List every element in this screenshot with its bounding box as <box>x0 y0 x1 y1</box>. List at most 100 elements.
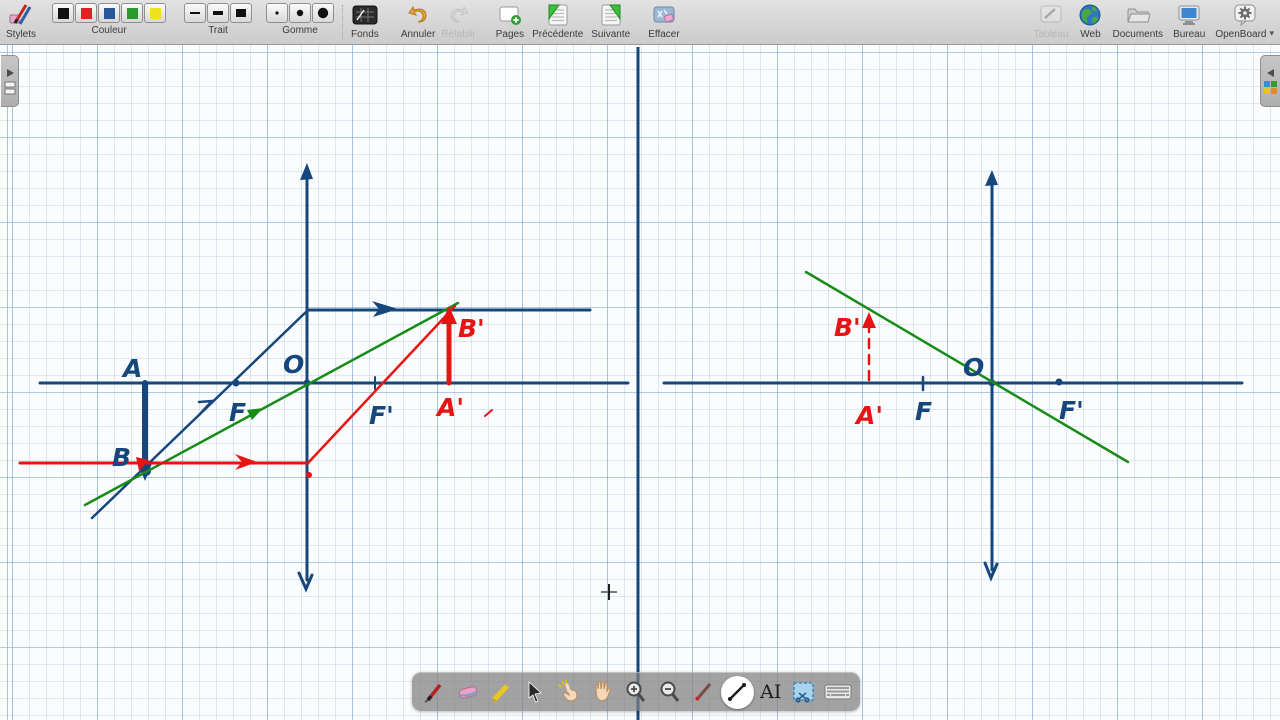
settings-gear-icon <box>1232 3 1258 27</box>
pages-button[interactable]: Pages <box>496 3 524 40</box>
crosshair-cursor <box>601 584 617 600</box>
right-label-B-prime: B' <box>834 313 861 342</box>
folder-icon <box>1125 3 1151 27</box>
hand-icon <box>595 680 612 702</box>
right-label-F: F <box>915 397 932 426</box>
zoom-in-icon <box>626 681 646 702</box>
ink-layer: A B O F F' B' A' O F F' B' A' <box>18 47 1244 720</box>
stroke-medium-button[interactable] <box>207 3 230 23</box>
laser-tool-button[interactable] <box>687 676 720 709</box>
undo-button[interactable]: Annuler <box>401 3 435 40</box>
text-tool-button[interactable]: AI <box>754 676 787 709</box>
central-ray-green <box>83 301 460 507</box>
eraser-large-button[interactable] <box>312 3 335 23</box>
backgrounds-button[interactable]: Fonds <box>351 3 379 40</box>
label-F-prime: F' <box>369 401 394 430</box>
next-page-button[interactable]: Suivante <box>591 3 630 40</box>
label-B-prime: B' <box>458 314 485 343</box>
openboard-window: A B O F F' B' A' O F F' B' A' Stylets Co… <box>0 0 1280 720</box>
stroke-thick-button[interactable] <box>230 3 253 23</box>
eraser-size-group: Gomme <box>266 3 335 36</box>
laser-pointer-icon <box>695 683 712 701</box>
eraser-tool-button[interactable] <box>451 676 484 709</box>
keyboard-tool-button[interactable] <box>822 676 855 709</box>
blue-swatch <box>103 7 115 19</box>
label-A: A <box>121 354 142 383</box>
library-drawer-tab[interactable] <box>1260 55 1280 107</box>
right-Fprime-dot <box>1055 378 1063 386</box>
color-blue-button[interactable] <box>98 3 121 23</box>
eraser-medium-button[interactable] <box>289 3 312 23</box>
previous-page-icon <box>546 3 570 27</box>
right-label-A-prime: A' <box>854 401 883 430</box>
stylets-button[interactable]: Stylets <box>6 3 36 40</box>
right-label-F-prime: F' <box>1059 396 1084 425</box>
label-B: B <box>112 443 131 472</box>
top-toolbar: Stylets Couleur Trait Gomme Fonds Annule… <box>0 0 1280 45</box>
right-label-O: O <box>963 353 984 382</box>
new-page-icon <box>497 3 523 27</box>
undo-icon <box>405 3 431 27</box>
small-red-tick <box>484 409 493 417</box>
interact-tool-button[interactable] <box>552 676 585 709</box>
left-drawer-tab[interactable] <box>1 55 19 107</box>
label-F: F <box>229 398 246 427</box>
pen-icon <box>424 683 442 703</box>
next-page-icon <box>599 3 623 27</box>
selector-tool-button[interactable] <box>518 676 551 709</box>
line-tool-button[interactable] <box>720 675 754 709</box>
web-button[interactable]: Web <box>1078 3 1102 40</box>
redo-icon <box>446 3 472 27</box>
label-A-prime: A' <box>435 393 464 422</box>
zoom-in-tool-button[interactable] <box>619 676 652 709</box>
desktop-button[interactable]: Bureau <box>1173 3 1205 40</box>
black-swatch <box>57 7 69 19</box>
color-red-button[interactable] <box>75 3 98 23</box>
erase-all-icon <box>651 3 677 27</box>
pens-icon <box>7 3 35 27</box>
color-green-button[interactable] <box>121 3 144 23</box>
yellow-swatch <box>149 7 161 19</box>
focal-point-F-dot <box>232 379 240 387</box>
capture-tool-button[interactable] <box>788 676 821 709</box>
page-list-icon <box>4 81 15 94</box>
eraser-small-button[interactable] <box>266 3 289 23</box>
zoom-out-tool-button[interactable] <box>653 676 686 709</box>
erase-all-button[interactable]: Effacer <box>648 3 680 40</box>
monitor-icon <box>1176 3 1202 27</box>
color-group: Couleur <box>52 3 167 36</box>
label-O: O <box>283 350 304 379</box>
capture-icon <box>793 682 815 703</box>
documents-button[interactable]: Documents <box>1112 3 1163 40</box>
central-ray-arrowhead <box>247 408 263 420</box>
openboard-caret-icon: ▾ <box>1269 28 1274 38</box>
openboard-menu-button[interactable]: OpenBoard ▾ <box>1215 3 1274 40</box>
stroke-thin-button[interactable] <box>184 3 207 23</box>
keyboard-icon <box>824 684 852 700</box>
separator <box>342 5 344 39</box>
color-yellow-button[interactable] <box>144 3 167 23</box>
stylus-palette: AI <box>412 672 860 711</box>
library-mini-icons <box>1264 81 1277 94</box>
eraser-icon <box>458 686 478 699</box>
right-lens-diagram: O F F' B' A' <box>662 170 1244 582</box>
expand-right-icon <box>6 68 14 77</box>
marker-tool-button[interactable] <box>485 676 518 709</box>
previous-page-button[interactable]: Précédente <box>532 3 583 40</box>
text-tool-glyph: AI <box>760 681 782 703</box>
board-mode-button[interactable]: Tableau <box>1033 3 1068 40</box>
backgrounds-icon <box>352 3 378 27</box>
color-black-button[interactable] <box>52 3 75 23</box>
line-icon <box>728 683 747 701</box>
incident-ray-arrowhead <box>197 399 216 416</box>
globe-icon <box>1078 3 1102 27</box>
redo-button[interactable]: Rétablir <box>441 3 476 40</box>
right-lens-up-arrow <box>985 170 998 186</box>
pan-tool-button[interactable] <box>586 676 619 709</box>
cursor-arrow-icon <box>528 681 542 703</box>
pointing-finger-icon <box>557 680 578 702</box>
stroke-width-group: Trait <box>184 3 253 36</box>
marker-icon <box>492 684 510 702</box>
green-swatch <box>126 7 138 19</box>
pen-tool-button[interactable] <box>417 676 450 709</box>
